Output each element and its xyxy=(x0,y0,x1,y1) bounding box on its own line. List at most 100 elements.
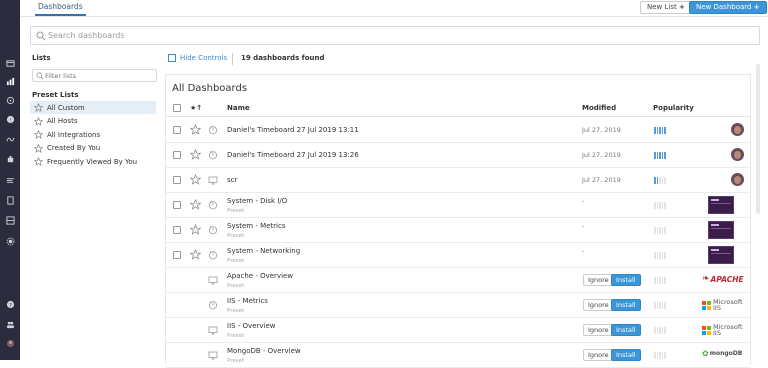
search-icon xyxy=(36,72,44,80)
user-icon[interactable] xyxy=(4,339,16,348)
screenboard-icon xyxy=(208,351,218,360)
preset-list-label: Frequently Viewed By You xyxy=(47,157,138,166)
ignore-button[interactable]: Ignore xyxy=(583,349,614,361)
apm-icon[interactable] xyxy=(4,155,16,164)
row-checkbox[interactable] xyxy=(173,251,181,259)
infrastructure-icon[interactable] xyxy=(4,77,16,86)
table-row[interactable]: System - Disk I/O Preset - xyxy=(166,193,750,218)
modified-date: Jul 27, 2019 xyxy=(582,126,621,134)
popularity-column-header[interactable]: Popularity xyxy=(653,104,694,112)
metrics-icon[interactable]: ! xyxy=(4,115,16,124)
install-button[interactable]: Install xyxy=(611,299,641,311)
name-column-header[interactable]: Name xyxy=(227,104,250,112)
preset-list-item[interactable]: Created By You xyxy=(30,142,156,155)
timeboard-icon xyxy=(209,251,217,260)
dashboard-name[interactable]: IIS - Overview xyxy=(227,322,276,330)
star-outline-icon[interactable] xyxy=(190,174,201,185)
dashboard-name[interactable]: Daniel's Timeboard 27 Jul 2019 13:11 xyxy=(227,126,359,134)
scrollbar-thumb[interactable] xyxy=(756,64,760,214)
ignore-button[interactable]: Ignore xyxy=(583,299,614,311)
integrations-icon[interactable] xyxy=(4,135,16,144)
plus-icon: + xyxy=(753,3,760,11)
filter-box xyxy=(32,69,157,82)
star-outline-icon[interactable] xyxy=(190,249,201,260)
install-button[interactable]: Install xyxy=(611,274,641,286)
ignore-button[interactable]: Ignore xyxy=(583,324,614,336)
dashboard-subtitle: Preset xyxy=(227,308,245,314)
row-checkbox[interactable] xyxy=(173,151,181,159)
star-outline-icon xyxy=(34,103,43,112)
modified-date: - xyxy=(582,197,585,205)
dashboard-name[interactable]: MongoDB - Overview xyxy=(227,347,301,355)
hide-controls-link[interactable]: Hide Controls xyxy=(168,54,227,62)
install-button[interactable]: Install xyxy=(611,349,641,361)
preset-list-item[interactable]: All Hosts xyxy=(30,115,156,128)
modified-date: Jul 27, 2019 xyxy=(582,151,621,159)
ignore-button[interactable]: Ignore xyxy=(583,274,614,286)
row-checkbox[interactable] xyxy=(173,126,181,134)
logs-icon[interactable] xyxy=(4,176,16,185)
install-button[interactable]: Install xyxy=(611,324,641,336)
select-all-checkbox[interactable] xyxy=(173,104,181,112)
dashboard-name[interactable]: System - Metrics xyxy=(227,222,286,230)
preset-list-item[interactable]: Frequently Viewed By You xyxy=(30,155,156,168)
svg-text:?: ? xyxy=(9,303,12,309)
new-list-button[interactable]: New List + xyxy=(640,1,692,14)
dashboard-name[interactable]: IIS - Metrics xyxy=(227,297,268,305)
preset-list-item[interactable]: All Integrations xyxy=(30,128,156,141)
filter-lists-input[interactable] xyxy=(45,71,153,81)
dashboard-name[interactable]: Apache - Overview xyxy=(227,272,293,280)
star-outline-icon xyxy=(34,143,43,153)
table-row[interactable]: MongoDB - Overview Preset Ignore Install ✿ mo… xyxy=(166,343,750,368)
timeboard-icon xyxy=(209,226,217,235)
monitors-icon[interactable] xyxy=(4,96,16,105)
synthetics-icon[interactable] xyxy=(4,196,16,205)
divider xyxy=(232,53,233,65)
dashboard-name[interactable]: System - Networking xyxy=(227,247,300,255)
preset-list-label: All Hosts xyxy=(47,117,78,125)
preset-list-label: Created By You xyxy=(47,144,101,152)
dashboard-name[interactable]: Daniel's Timeboard 27 Jul 2019 13:26 xyxy=(227,151,359,159)
dashboard-subtitle: Preset xyxy=(227,208,245,214)
dashboard-name[interactable]: scr xyxy=(227,176,237,184)
settings-icon[interactable] xyxy=(4,237,16,246)
table-row[interactable]: IIS - Overview Preset Ignore Install Microso… xyxy=(166,318,750,343)
preset-list-item[interactable]: All Custom xyxy=(30,101,156,114)
table-row[interactable]: Daniel's Timeboard 27 Jul 2019 13:11 Jul … xyxy=(166,118,750,143)
table-row[interactable]: System - Networking Preset - xyxy=(166,243,750,268)
hide-controls-label: Hide Controls xyxy=(180,54,228,62)
result-count: 19 dashboards found xyxy=(241,54,325,62)
popularity-bar xyxy=(654,302,666,309)
table-row[interactable]: System - Metrics Preset - xyxy=(166,218,750,243)
security-icon[interactable] xyxy=(4,216,16,225)
dashboard-subtitle: Preset xyxy=(227,283,245,289)
star-outline-icon[interactable] xyxy=(190,199,201,210)
popularity-bar xyxy=(654,277,666,284)
table-row[interactable]: scr Jul 27, 2019 xyxy=(166,168,750,193)
nav-rail: ! ? xyxy=(0,0,20,360)
search-box xyxy=(30,26,760,45)
dashboard-subtitle: Preset xyxy=(227,333,245,339)
new-dashboard-button[interactable]: New Dashboard + xyxy=(689,1,767,14)
dashboard-name[interactable]: System - Disk I/O xyxy=(227,197,287,205)
tab-dashboards[interactable]: Dashboards xyxy=(35,0,86,16)
table-row[interactable]: Apache - Overview Preset Ignore Install ❧ APA… xyxy=(166,268,750,293)
row-checkbox[interactable] xyxy=(173,226,181,234)
star-outline-icon[interactable] xyxy=(190,224,201,235)
star-outline-icon[interactable] xyxy=(190,149,201,160)
team-icon[interactable] xyxy=(4,320,16,329)
popularity-bar xyxy=(654,202,666,209)
search-input[interactable] xyxy=(48,29,748,42)
table-row[interactable]: IIS - Metrics Preset Ignore Install Microsof… xyxy=(166,293,750,318)
table-row[interactable]: Daniel's Timeboard 27 Jul 2019 13:26 Jul … xyxy=(166,143,750,168)
help-icon[interactable]: ? xyxy=(4,300,16,309)
modified-column-header[interactable]: Modified xyxy=(582,104,616,112)
star-outline-icon[interactable] xyxy=(190,124,201,135)
popularity-bar xyxy=(654,152,666,159)
row-checkbox[interactable] xyxy=(173,201,181,209)
row-checkbox[interactable] xyxy=(173,176,181,184)
svg-text:!: ! xyxy=(9,117,11,123)
popularity-bar xyxy=(654,352,666,359)
dashboards-icon[interactable] xyxy=(4,59,16,68)
star-sort-header[interactable]: ★↑ xyxy=(190,104,202,112)
